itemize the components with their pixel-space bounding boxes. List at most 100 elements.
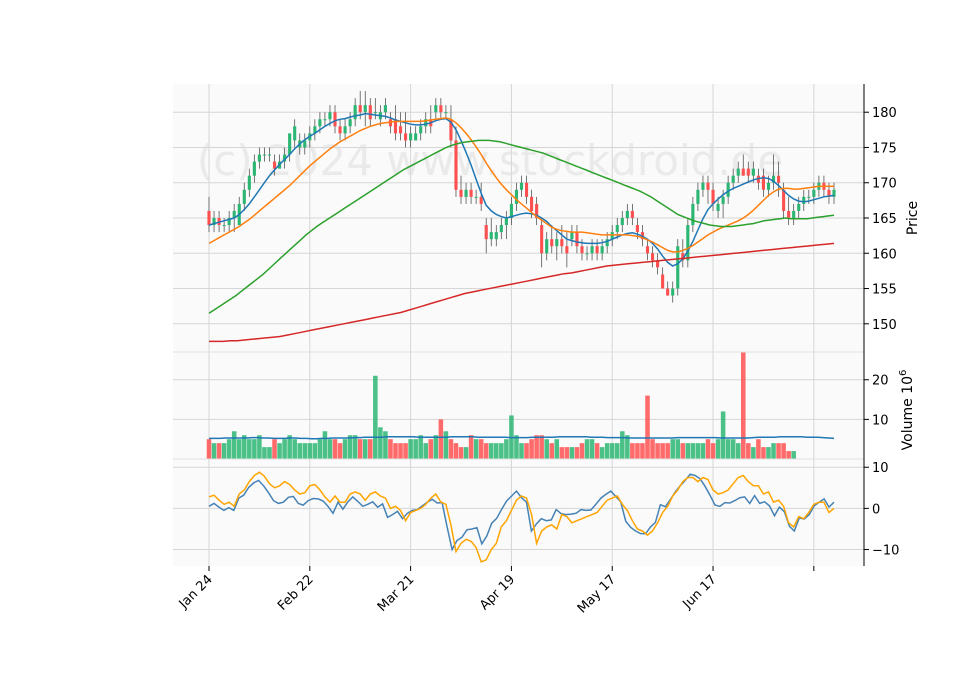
candle-body xyxy=(288,133,292,155)
candle-body xyxy=(736,168,740,176)
candle-body xyxy=(272,161,277,169)
candle-body xyxy=(252,161,256,176)
candle-body xyxy=(262,154,267,156)
volume-bar xyxy=(221,443,227,459)
x-tick-label: Jan 24 xyxy=(176,572,216,612)
volume-bar xyxy=(584,439,590,459)
candle-body xyxy=(776,175,781,183)
price-candle xyxy=(676,239,680,296)
candle-body xyxy=(383,105,387,113)
candle-body xyxy=(363,105,367,113)
volume-bar xyxy=(418,435,423,459)
volume-bar xyxy=(609,443,615,459)
candle-body xyxy=(404,133,408,141)
volume-bar xyxy=(428,439,434,459)
volume-bar xyxy=(715,439,721,459)
price-candle xyxy=(686,218,690,268)
volume-bar xyxy=(488,443,494,459)
candle-body xyxy=(686,225,690,261)
volume-bar xyxy=(357,439,363,459)
price-y-tick-label: 175 xyxy=(872,141,897,156)
volume-bar xyxy=(262,447,267,459)
volume-bar xyxy=(574,447,580,459)
volume-bar xyxy=(741,352,746,459)
volume-bar xyxy=(700,443,706,459)
volume-bar xyxy=(766,447,771,459)
volume-bar xyxy=(267,447,272,459)
candle-body xyxy=(409,133,413,141)
chart-canvas: (c) 2024 www.stockdroid.de 1501551601651… xyxy=(173,84,921,616)
candle-body xyxy=(494,232,498,240)
volume-bar xyxy=(368,439,373,459)
volume-bar xyxy=(529,439,534,459)
candle-body xyxy=(721,196,725,204)
volume-bar xyxy=(443,431,449,459)
volume-bar xyxy=(665,443,670,459)
volume-bar xyxy=(746,443,751,459)
volume-bar xyxy=(494,443,499,459)
volume-bar xyxy=(564,447,570,459)
volume-bar xyxy=(327,439,333,459)
candle-body xyxy=(797,203,801,211)
candle-body xyxy=(615,225,619,233)
volume-bar xyxy=(378,427,383,459)
volume-bar xyxy=(458,447,464,459)
candle-body xyxy=(706,182,710,190)
volume-bar xyxy=(408,439,413,459)
volume-bar xyxy=(625,435,630,459)
price-y-tick-label: 150 xyxy=(872,318,897,333)
volume-bar xyxy=(448,439,454,459)
volume-bar xyxy=(247,439,252,459)
candle-body xyxy=(348,119,352,127)
volume-bar xyxy=(655,443,660,459)
candle-body xyxy=(474,196,478,198)
candle-body xyxy=(751,168,755,176)
candle-body xyxy=(343,126,347,134)
candle-body xyxy=(454,140,458,190)
volume-bar xyxy=(569,447,575,459)
volume-bar xyxy=(695,443,701,459)
volume-bar xyxy=(453,443,459,459)
candle-body xyxy=(318,119,322,127)
volume-bar xyxy=(383,431,388,459)
candle-body xyxy=(358,105,362,113)
volume-bar xyxy=(776,443,781,459)
volume-bar xyxy=(206,439,212,459)
candle-body xyxy=(414,133,418,141)
candle-body xyxy=(504,218,508,226)
volume-bar xyxy=(630,443,635,459)
candle-body xyxy=(570,232,574,240)
volume-bar xyxy=(761,447,766,459)
volume-bar xyxy=(725,439,731,459)
volume-bar xyxy=(242,435,247,459)
candle-body xyxy=(696,189,700,204)
volume-bar xyxy=(438,419,444,459)
volume-axis-label-exponent: 6 xyxy=(898,370,909,376)
candle-body xyxy=(469,189,473,197)
volume-bar xyxy=(786,451,791,459)
candle-body xyxy=(444,112,448,114)
volume-bar xyxy=(398,443,403,459)
volume-bar xyxy=(735,443,741,459)
x-tick-label: Apr 19 xyxy=(477,572,518,613)
candle-body xyxy=(459,189,463,197)
volume-bar xyxy=(433,435,439,459)
volume-bar xyxy=(720,411,726,459)
volume-bar xyxy=(524,443,529,459)
volume-bar xyxy=(277,443,282,459)
candle-body xyxy=(766,182,771,190)
candle-body xyxy=(267,154,272,156)
price-y-tick-label: 180 xyxy=(872,106,897,121)
candle-body xyxy=(524,182,529,197)
volume-bar xyxy=(751,447,756,459)
candle-body xyxy=(595,246,599,254)
volume-bar xyxy=(504,439,509,459)
candle-body xyxy=(691,203,695,226)
candle-body xyxy=(580,246,584,254)
candle-body xyxy=(575,232,579,247)
volume-bar xyxy=(473,439,479,459)
volume-bar xyxy=(544,439,549,459)
volume-bar xyxy=(332,439,338,459)
candle-body xyxy=(257,154,261,162)
candle-body xyxy=(540,225,544,254)
